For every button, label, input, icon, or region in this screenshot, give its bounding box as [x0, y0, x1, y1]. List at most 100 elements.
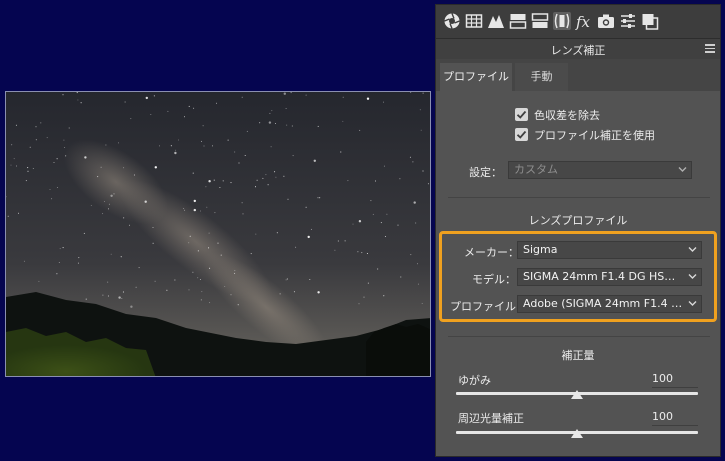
star [27, 170, 29, 172]
star [212, 145, 213, 147]
tab-profile[interactable]: プロファイル [440, 63, 512, 91]
star [51, 198, 53, 200]
star [53, 162, 55, 163]
sliders-icon[interactable] [619, 12, 637, 30]
star [286, 278, 288, 280]
panel-title-bar: レンズ補正 [436, 38, 720, 59]
star [32, 168, 34, 169]
grid-icon[interactable] [465, 12, 483, 30]
tone-curve-icon[interactable] [487, 12, 505, 30]
star [342, 120, 344, 122]
remove-chromatic-aberration-checkbox[interactable] [515, 108, 528, 121]
chevron-down-icon [678, 166, 687, 173]
star [77, 99, 79, 101]
lens-icon[interactable] [553, 12, 571, 30]
star [317, 125, 319, 127]
star [283, 92, 286, 95]
star [399, 178, 401, 180]
star [420, 129, 422, 131]
distortion-value[interactable]: 100 [633, 372, 673, 385]
star [413, 201, 416, 204]
star [97, 176, 99, 178]
vignetting-slider-thumb[interactable] [571, 429, 583, 438]
amount-title: 補正量 [561, 349, 595, 362]
star [267, 184, 269, 186]
star [255, 233, 257, 235]
panel-toolbar: fx [436, 5, 720, 38]
star [334, 249, 336, 251]
star [118, 142, 119, 144]
star [305, 206, 307, 208]
star [310, 228, 312, 230]
star [286, 124, 288, 126]
setup-value: カスタム [514, 163, 558, 176]
star [150, 114, 152, 115]
star [291, 125, 293, 127]
fx-icon[interactable]: fx [575, 12, 593, 30]
star [10, 164, 12, 166]
setup-dropdown[interactable]: カスタム [508, 161, 692, 179]
star [167, 110, 169, 112]
star [62, 94, 64, 96]
star [265, 174, 267, 176]
enable-profile-corrections-checkbox[interactable] [515, 128, 528, 141]
tab-manual[interactable]: 手動 [515, 63, 568, 91]
star [400, 276, 402, 278]
star [40, 122, 42, 124]
star [197, 277, 199, 279]
distortion-slider-thumb[interactable] [571, 390, 583, 399]
star [276, 232, 278, 234]
star [205, 186, 207, 188]
setup-label: 設定： [469, 166, 502, 179]
star [427, 183, 429, 185]
star [358, 303, 360, 305]
divider [448, 197, 710, 198]
star [285, 279, 287, 281]
star [13, 158, 15, 160]
star [287, 198, 289, 200]
star [199, 279, 201, 280]
star [313, 159, 316, 162]
star [344, 240, 346, 242]
star [201, 291, 203, 293]
star [275, 123, 276, 124]
star [7, 215, 9, 217]
divider [448, 336, 710, 337]
star [192, 172, 194, 174]
star [18, 212, 19, 214]
camera-icon[interactable] [597, 12, 615, 30]
star [238, 162, 240, 164]
star [352, 223, 354, 225]
night-sky-image [6, 92, 430, 376]
star [108, 208, 109, 210]
star [68, 127, 70, 129]
presets-icon[interactable] [641, 12, 659, 30]
star [65, 155, 67, 157]
star [199, 210, 201, 212]
star [219, 187, 221, 188]
star [397, 224, 399, 226]
star [230, 294, 232, 296]
star [241, 202, 243, 204]
star [193, 199, 196, 203]
star [367, 282, 369, 284]
distortion-label: ゆがみ [458, 374, 491, 387]
aperture-icon[interactable] [443, 12, 461, 30]
star [206, 206, 208, 208]
star [244, 155, 246, 156]
star [366, 253, 368, 254]
star [130, 118, 132, 120]
star [192, 271, 194, 273]
star [56, 158, 58, 160]
star [189, 235, 191, 237]
vignetting-value[interactable]: 100 [633, 410, 673, 423]
star [135, 286, 137, 288]
panel-menu-icon[interactable] [705, 44, 715, 53]
star [144, 200, 147, 203]
detail-icon[interactable] [531, 12, 549, 30]
star [377, 268, 379, 270]
star [78, 257, 80, 259]
split-toning-icon[interactable] [509, 12, 527, 30]
star [209, 267, 211, 269]
star [317, 197, 319, 199]
